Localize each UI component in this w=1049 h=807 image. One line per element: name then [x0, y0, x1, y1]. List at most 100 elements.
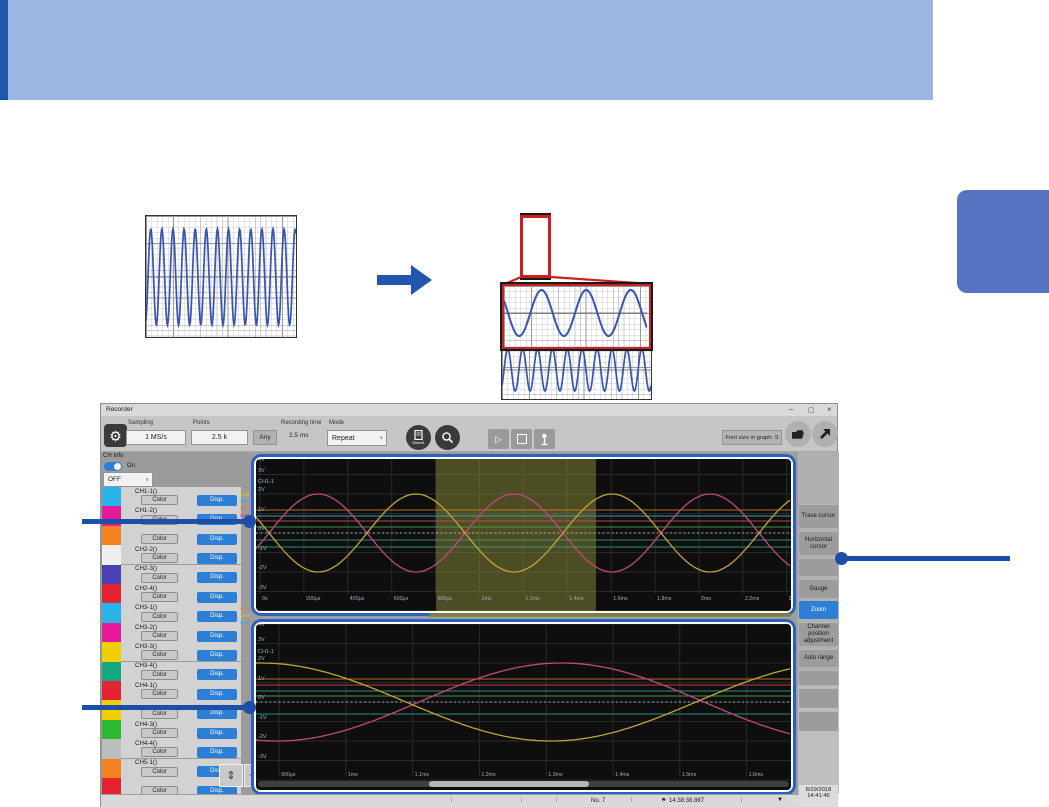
toggle-on-label: On: [127, 463, 136, 469]
x-axis-label: 1.4ms: [615, 772, 630, 778]
status-tick: [631, 797, 632, 802]
any-button[interactable]: Any: [253, 430, 277, 445]
color-button[interactable]: Color: [141, 572, 178, 583]
color-button[interactable]: Color: [141, 553, 178, 564]
right-button-trace-cursor[interactable]: Trace cursor: [799, 504, 838, 528]
color-button[interactable]: Color: [141, 766, 178, 777]
right-button-blank[interactable]: [799, 688, 838, 708]
disp-button[interactable]: Disp.: [197, 611, 237, 623]
disp-button[interactable]: Disp.: [197, 727, 237, 739]
expand-view-button[interactable]: [812, 421, 838, 447]
color-button[interactable]: Color: [141, 689, 178, 700]
x-axis-label: 800μs: [437, 596, 453, 602]
folder-icon: [792, 429, 804, 439]
color-button[interactable]: Color: [141, 728, 178, 738]
settings-button[interactable]: ⚙: [104, 424, 127, 447]
datetime-display: 8/29/2018 14:41:46: [799, 785, 838, 807]
sheet-button[interactable]: Sheet1: [406, 425, 431, 450]
right-button-gauge[interactable]: Gauge: [799, 579, 838, 598]
vertical-pan-button[interactable]: ⇕: [219, 764, 243, 787]
lower-waveform-graph[interactable]: 4V 3V 2V 1V 0V -1V -2V -3V CH1-1 900μs 1ms 1.1ms 1.2…: [256, 624, 791, 790]
callout-dot-lower-graph: [243, 701, 256, 714]
status-bar: No. 7 ⚑ 14:38:38.887 ▼: [101, 794, 837, 807]
channel-label: CH4-3(): [135, 720, 158, 728]
right-button-channel-position-adjustment[interactable]: Channel position adjustment: [799, 622, 838, 646]
color-button[interactable]: Color: [141, 592, 178, 603]
disp-button[interactable]: Disp.: [197, 533, 237, 545]
x-axis-label: 1.6ms: [613, 596, 628, 602]
figure-zoomed-waveform-frame: [500, 282, 653, 351]
graph-scrollbar-thumb[interactable]: [429, 781, 589, 787]
search-button[interactable]: [435, 425, 460, 450]
disp-button[interactable]: Disp.: [197, 669, 237, 681]
right-button-blank[interactable]: [799, 558, 838, 576]
right-button-zoom[interactable]: Zoom: [799, 601, 838, 619]
points-field[interactable]: 2.5 k: [191, 430, 248, 445]
channel-panel: CH Info On OFF ∨ CH1-1() Color Disp. CH1-2(…: [101, 452, 251, 794]
status-tick: [521, 797, 522, 802]
x-axis-label: 0s: [262, 596, 268, 602]
x-axis-label: 1.2ms: [525, 596, 540, 602]
color-button[interactable]: Color: [141, 747, 178, 758]
channel-color-swatch: [102, 758, 121, 778]
right-button-blank[interactable]: [799, 711, 838, 731]
color-button[interactable]: Color: [141, 650, 178, 661]
callout-dot-upper-graph: [243, 515, 256, 528]
right-button-auto-range[interactable]: Auto range: [799, 649, 838, 667]
y-axis-label: 3V: [258, 467, 265, 474]
color-button[interactable]: Color: [141, 708, 178, 719]
disp-button[interactable]: Disp.: [197, 630, 237, 642]
header-band: [8, 0, 933, 100]
open-file-button[interactable]: [785, 421, 811, 447]
disp-button[interactable]: Disp.: [197, 650, 237, 661]
color-button[interactable]: Color: [141, 631, 178, 641]
close-icon[interactable]: ×: [827, 405, 832, 414]
y-axis-label: -3V: [258, 753, 267, 760]
color-button[interactable]: Color: [141, 669, 178, 680]
ch-info-toggle[interactable]: [104, 462, 122, 471]
zoom-region-rectangle: [520, 215, 551, 278]
callout-line-lower-graph: [82, 705, 249, 710]
x-axis-label: 400μs: [349, 596, 365, 602]
figure-zoomed-waveform: [502, 284, 651, 349]
x-axis-label: 1.1ms: [414, 772, 430, 778]
edge-channel-label: CH3: [240, 620, 250, 625]
channel-label: CH4-4(): [135, 740, 158, 747]
maximize-icon[interactable]: ▢: [808, 406, 815, 414]
stop-button[interactable]: [511, 429, 532, 449]
chevron-down-icon: ∨: [145, 477, 149, 483]
y-axis-label: -2V: [258, 734, 267, 740]
channel-label: CH3-1(): [135, 604, 158, 612]
disp-button[interactable]: Disp.: [197, 494, 237, 506]
sampling-field[interactable]: 1 MS/s: [126, 430, 186, 445]
y-axis-label: -1V: [258, 714, 267, 721]
disp-button[interactable]: Disp.: [197, 688, 237, 700]
font-size-button[interactable]: Font size in graph: S: [722, 430, 782, 445]
disp-button[interactable]: Disp.: [197, 785, 237, 794]
edge-channel-label: CH5: [240, 492, 250, 497]
channel-color-swatch: [102, 719, 121, 740]
upper-waveform-graph[interactable]: 4V 3V 2V 1V 0V -1V -2V -3V CH1-1 0s 200μs 400μs 600μ…: [256, 459, 791, 611]
channel-label: CH3-4(): [135, 662, 158, 670]
color-button[interactable]: Color: [141, 611, 178, 622]
disp-button[interactable]: Disp.: [197, 591, 237, 603]
disp-button[interactable]: Disp.: [197, 747, 237, 758]
minimize-icon[interactable]: –: [789, 405, 793, 414]
color-button[interactable]: Color: [141, 534, 178, 544]
color-button[interactable]: Color: [141, 786, 178, 794]
x-axis-label: 1ms: [347, 772, 358, 778]
x-axis-label: 1.6ms: [748, 772, 764, 778]
y-axis-label: 1V: [258, 506, 265, 513]
flag-icon: ⚑: [661, 798, 667, 804]
disp-button[interactable]: Disp.: [197, 572, 237, 584]
channel-filter-dropdown[interactable]: OFF ∨: [103, 472, 153, 487]
right-button-horizontal-cursor[interactable]: Horizontal cursor: [799, 531, 838, 555]
mode-dropdown[interactable]: Repeat ∨: [327, 430, 387, 446]
color-button[interactable]: Color: [141, 495, 178, 506]
right-button-blank[interactable]: [799, 670, 838, 685]
lower-graph-frame: 4V 3V 2V 1V 0V -1V -2V -3V CH1-1 900μs 1ms 1.1ms 1.2…: [251, 619, 796, 795]
start-button[interactable]: ▷: [488, 429, 509, 449]
marker-button[interactable]: [534, 429, 555, 449]
edge-channel-label: CH4: [240, 613, 250, 618]
disp-button[interactable]: Disp.: [197, 553, 237, 564]
